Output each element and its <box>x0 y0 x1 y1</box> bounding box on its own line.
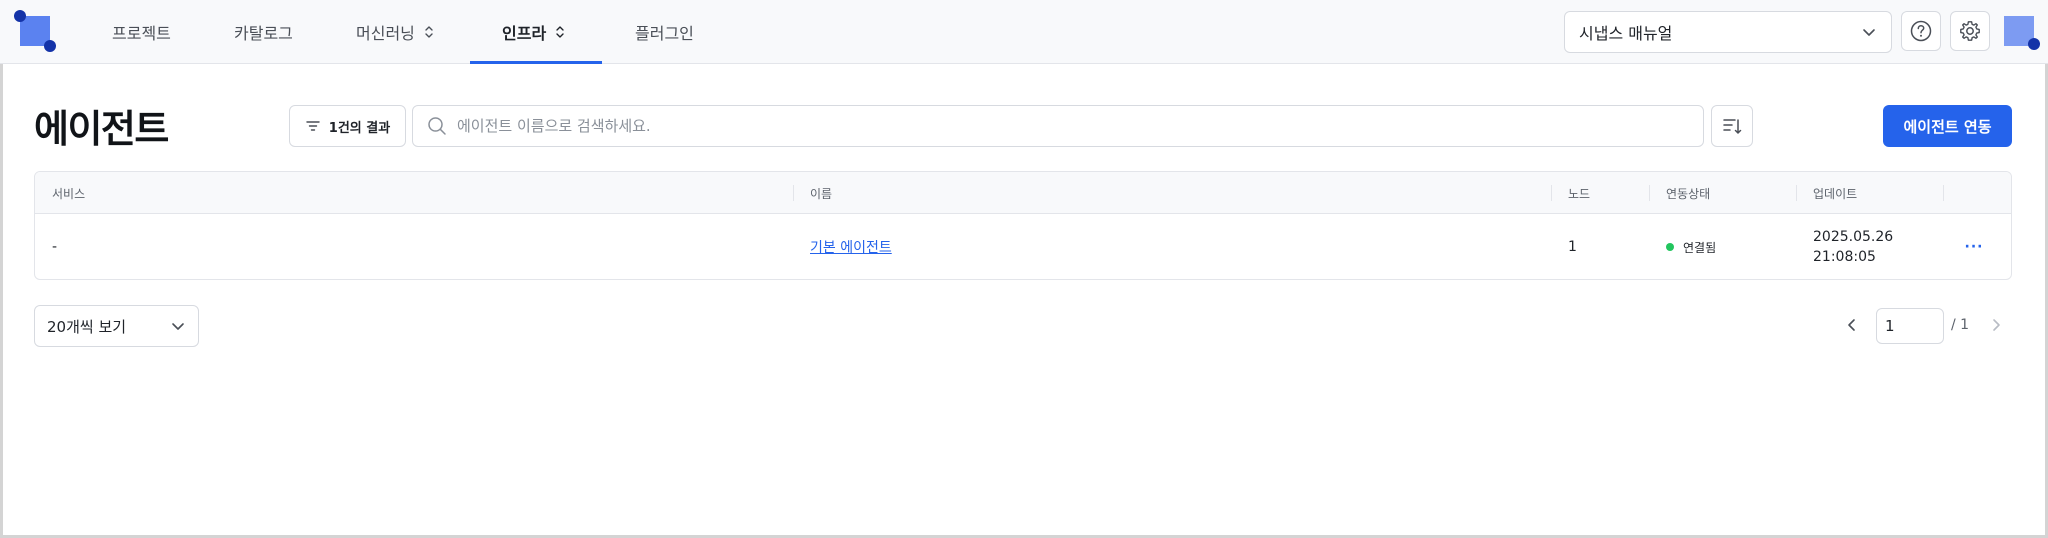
column-divider <box>1649 185 1650 201</box>
search-icon <box>428 117 446 135</box>
project-select-value: 시냅스 매뉴얼 <box>1579 24 1673 43</box>
row-more-button[interactable]: ··· <box>1962 235 1986 259</box>
updated-time: 21:08:05 <box>1813 249 1876 265</box>
top-navigation: 프로젝트 카탈로그 머신러닝 인프라 플러그인 시냅스 매뉴얼 <box>0 0 2048 64</box>
result-count-label: 1건의 결과 <box>328 120 391 136</box>
column-header-name[interactable]: 이름 <box>810 172 832 214</box>
column-divider <box>1943 185 1944 201</box>
total-pages: / 1 <box>1951 317 1970 333</box>
status-label: 연결됨 <box>1683 240 1717 255</box>
column-header-nodes[interactable]: 노드 <box>1568 172 1590 214</box>
active-tab-indicator <box>470 61 602 64</box>
column-header-status[interactable]: 연동상태 <box>1666 172 1710 214</box>
nav-tab-label: 머신러닝 <box>356 24 415 43</box>
nav-tab-label: 인프라 <box>502 24 547 43</box>
search-input[interactable] <box>457 117 1689 135</box>
updated-date: 2025.05.26 <box>1813 229 1894 245</box>
nav-tab-label: 프로젝트 <box>112 24 171 43</box>
help-button[interactable] <box>1901 11 1941 51</box>
column-divider <box>793 185 794 201</box>
nav-tab-projects[interactable]: 프로젝트 <box>112 0 171 64</box>
connect-agent-button[interactable]: 에이전트 연동 <box>1883 105 2012 147</box>
chevron-up-down-icon <box>556 26 564 38</box>
chevron-down-icon <box>1863 29 1875 36</box>
user-avatar[interactable] <box>2002 12 2042 52</box>
table-row[interactable]: - 기본 에이전트 1 연결됨 2025.05.26 21:08:05 ··· <box>35 214 2011 279</box>
column-divider <box>1796 185 1797 201</box>
column-header-service[interactable]: 서비스 <box>52 172 85 214</box>
next-page-button[interactable] <box>1984 313 2008 337</box>
sort-icon <box>1723 119 1742 134</box>
nav-tab-plugins[interactable]: 플러그인 <box>635 0 694 64</box>
page-size-select[interactable]: 20개씩 보기 <box>34 305 199 347</box>
app-logo[interactable] <box>14 10 56 52</box>
chevron-up-down-icon <box>425 26 433 38</box>
table-header: 서비스 이름 노드 연동상태 업데이트 <box>35 172 2011 214</box>
previous-page-button[interactable] <box>1840 313 1864 337</box>
status-connected-dot <box>1666 243 1674 251</box>
agent-name-link[interactable]: 기본 에이전트 <box>810 237 892 257</box>
sort-button[interactable] <box>1711 105 1753 147</box>
settings-button[interactable] <box>1950 11 1990 51</box>
page-size-value: 20개씩 보기 <box>47 317 127 336</box>
cell-service: - <box>52 239 58 255</box>
page-title: 에이전트 <box>34 107 169 151</box>
search-box[interactable] <box>412 105 1704 147</box>
agent-table: 서비스 이름 노드 연동상태 업데이트 - 기본 에이전트 1 연결됨 2025… <box>34 171 2012 280</box>
chevron-right-icon <box>1993 319 2000 331</box>
nav-tab-infra[interactable]: 인프라 <box>502 0 566 64</box>
help-icon <box>1910 20 1932 42</box>
filter-icon <box>306 121 320 131</box>
chevron-down-icon <box>172 323 184 330</box>
filter-button[interactable]: 1건의 결과 <box>289 105 406 147</box>
gear-icon <box>1960 21 1980 41</box>
nav-tab-catalog[interactable]: 카탈로그 <box>234 0 293 64</box>
cell-name: 기본 에이전트 <box>810 214 892 279</box>
cell-updated: 2025.05.26 21:08:05 <box>1813 214 1894 279</box>
page-number-input[interactable] <box>1876 308 1944 344</box>
column-header-updated[interactable]: 업데이트 <box>1813 172 1857 214</box>
nav-tab-machine-learning[interactable]: 머신러닝 <box>356 0 435 64</box>
project-select[interactable]: 시냅스 매뉴얼 <box>1564 11 1892 53</box>
chevron-left-icon <box>1848 319 1855 331</box>
column-divider <box>1551 185 1552 201</box>
cell-nodes: 1 <box>1568 239 1577 255</box>
nav-tab-label: 카탈로그 <box>234 24 293 43</box>
cell-status: 연결됨 <box>1666 214 1717 279</box>
nav-tab-label: 플러그인 <box>635 24 694 43</box>
